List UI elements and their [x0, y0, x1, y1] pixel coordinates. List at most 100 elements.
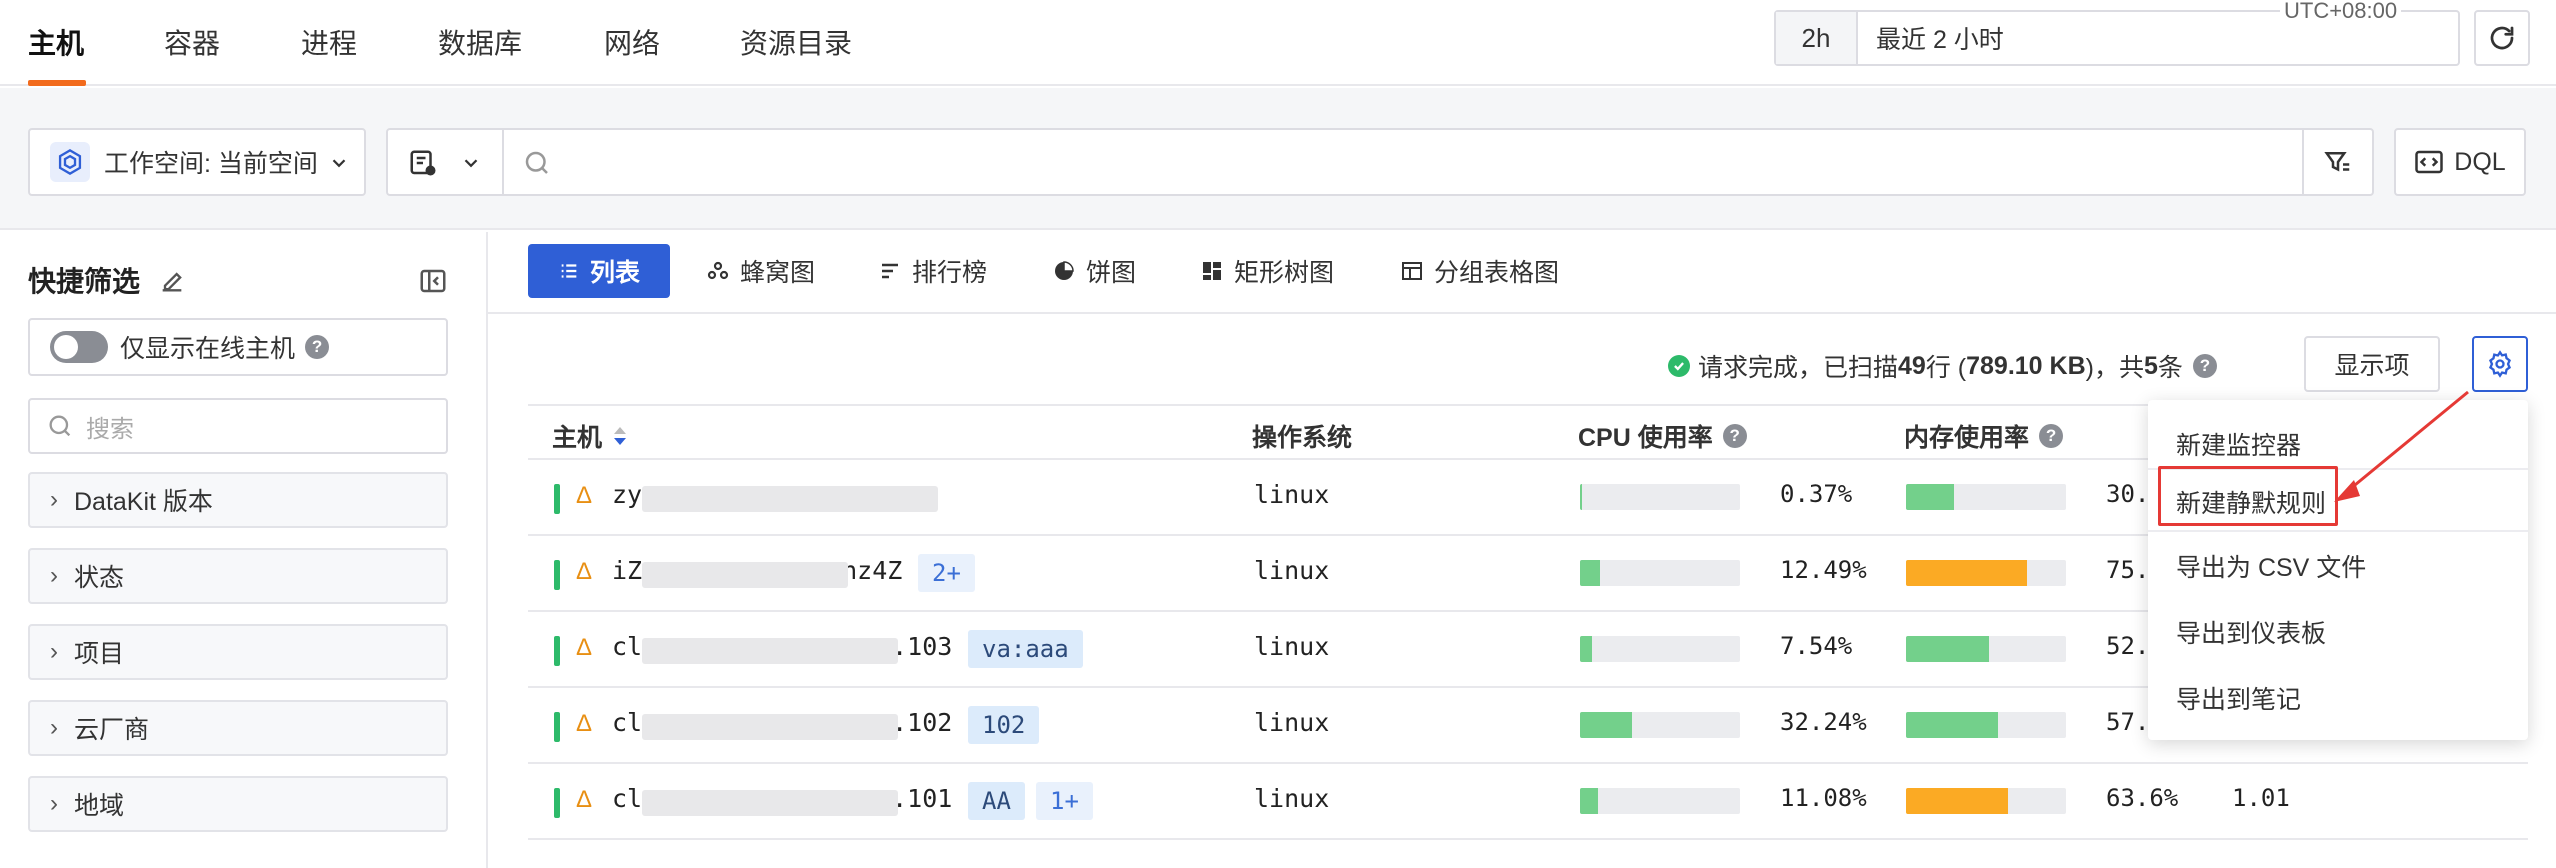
memory-usage-bar: [1906, 712, 2066, 738]
workspace-icon: [50, 142, 90, 182]
cpu-usage-fill: [1580, 484, 1582, 510]
online-only-label: 仅显示在线主机: [120, 335, 296, 363]
menu-item-export-notebook[interactable]: 导出到笔记: [2176, 680, 2301, 716]
cpu-usage-bar: [1580, 484, 1740, 510]
linux-icon: Δ: [576, 634, 593, 661]
linux-icon: Δ: [576, 558, 593, 585]
host-tag[interactable]: va:aaa: [968, 630, 1083, 668]
redaction-block: [642, 714, 898, 740]
table-row[interactable]: Δcl .101 AA 1+ linux 11.08% 63.6% 1.01: [528, 764, 2528, 840]
menu-item-export-csv[interactable]: 导出为 CSV 文件: [2176, 548, 2366, 584]
more-tags-badge[interactable]: 1+: [1036, 782, 1093, 820]
os-value: linux: [1254, 632, 1330, 661]
workspace-label: 工作空间: 当前空间: [104, 150, 318, 178]
view-tab-honeycomb[interactable]: 蜂窝图: [706, 244, 815, 298]
dql-button[interactable]: DQL: [2394, 128, 2526, 196]
facet-cloud-provider[interactable]: › 云厂商: [28, 700, 448, 756]
cpu-usage-value: 32.24%: [1780, 708, 1867, 736]
pie-chart-icon: [1055, 261, 1074, 280]
cpu-usage-value: 0.37%: [1780, 480, 1853, 508]
code-icon: [2415, 150, 2444, 174]
cpu-usage-fill: [1580, 712, 1632, 738]
column-header-os[interactable]: 操作系统: [1252, 418, 1352, 454]
memory-usage-bar: [1906, 560, 2066, 586]
memory-usage-value: 30.: [2106, 480, 2150, 508]
help-icon[interactable]: ?: [1722, 424, 1747, 448]
cpu-usage-fill: [1580, 788, 1598, 814]
memory-usage-value: 75.: [2106, 556, 2150, 584]
os-value: linux: [1254, 708, 1330, 737]
advanced-filter-button[interactable]: [2302, 130, 2372, 194]
online-only-filter: 仅显示在线主机 ?: [28, 318, 448, 376]
online-only-toggle[interactable]: [50, 331, 108, 363]
facet-status[interactable]: › 状态: [28, 548, 448, 604]
chevron-right-icon: ›: [50, 486, 58, 513]
document-icon: [410, 150, 436, 176]
query-mode-selector[interactable]: [388, 130, 504, 194]
search-bar[interactable]: [386, 128, 2374, 196]
facet-project[interactable]: › 项目: [28, 624, 448, 680]
tab-resource-catalog[interactable]: 资源目录: [740, 22, 852, 62]
sort-icon: [614, 427, 627, 445]
edit-icon[interactable]: [158, 267, 186, 295]
view-tab-pie[interactable]: 饼图: [1052, 244, 1136, 298]
facet-region[interactable]: › 地域: [28, 776, 448, 832]
view-tab-list[interactable]: 列表: [528, 244, 671, 298]
os-value: linux: [1254, 784, 1330, 813]
list-icon: [561, 264, 577, 278]
group-table-icon: [1402, 262, 1422, 280]
active-tab-indicator: [28, 80, 86, 86]
facet-datakit-version[interactable]: › DataKit 版本: [28, 472, 448, 528]
help-icon[interactable]: ?: [2192, 354, 2217, 378]
scanned-size: 789.10 KB: [1966, 351, 2086, 380]
redaction-block: [642, 790, 898, 816]
cpu-usage-fill: [1580, 560, 1600, 586]
view-tabs-divider: [488, 312, 2556, 314]
cpu-usage-bar: [1580, 560, 1740, 586]
view-tab-ranking[interactable]: 排行榜: [878, 244, 987, 298]
refresh-button[interactable]: [2474, 10, 2530, 66]
linux-icon: Δ: [576, 482, 593, 509]
view-tab-treemap[interactable]: 矩形树图: [1200, 244, 1334, 298]
tab-container[interactable]: 容器: [164, 22, 220, 62]
facet-search-input[interactable]: 搜索: [28, 398, 448, 454]
search-icon: [525, 151, 548, 174]
ranking-icon: [882, 263, 898, 279]
gear-icon: [2488, 350, 2512, 378]
host-tag[interactable]: AA: [968, 782, 1025, 820]
tab-network[interactable]: 网络: [604, 22, 660, 62]
column-header-memory[interactable]: 内存使用率?: [1904, 418, 2064, 454]
menu-item-new-monitor[interactable]: 新建监控器: [2176, 426, 2301, 462]
memory-usage-value: 52.: [2106, 632, 2150, 660]
workspace-selector[interactable]: 工作空间: 当前空间: [28, 128, 366, 196]
cpu-usage-fill: [1580, 636, 1593, 662]
memory-usage-fill: [1906, 484, 1954, 510]
menu-item-export-dashboard[interactable]: 导出到仪表板: [2176, 614, 2326, 650]
time-range-code: 2h: [1776, 12, 1858, 64]
cpu-usage-value: 12.49%: [1780, 556, 1867, 584]
total-count: 5: [2143, 351, 2158, 380]
column-header-cpu[interactable]: CPU 使用率?: [1578, 418, 1747, 454]
linux-icon: Δ: [576, 786, 593, 813]
filter-icon: [2324, 152, 2350, 172]
tab-host[interactable]: 主机: [28, 22, 84, 62]
cpu-usage-bar: [1580, 712, 1740, 738]
success-icon: [1668, 355, 1690, 377]
help-icon[interactable]: ?: [2039, 424, 2064, 448]
os-value: linux: [1254, 556, 1330, 585]
menu-divider: [2148, 530, 2528, 532]
quick-filter-title: 快捷筛选: [28, 260, 186, 300]
host-tag[interactable]: 102: [968, 706, 1040, 744]
redaction-block: [642, 562, 848, 588]
chevron-right-icon: ›: [50, 638, 58, 665]
more-tags-badge[interactable]: 2+: [918, 554, 975, 592]
collapse-sidebar-icon[interactable]: [418, 266, 448, 296]
column-header-host[interactable]: 主机: [552, 418, 628, 454]
help-icon[interactable]: ?: [305, 335, 330, 359]
tab-process[interactable]: 进程: [301, 22, 357, 62]
online-status-indicator: [554, 636, 560, 666]
settings-button[interactable]: [2472, 336, 2528, 392]
view-tab-group-table[interactable]: 分组表格图: [1400, 244, 1559, 298]
tab-database[interactable]: 数据库: [438, 22, 522, 62]
memory-usage-fill: [1906, 712, 1998, 738]
